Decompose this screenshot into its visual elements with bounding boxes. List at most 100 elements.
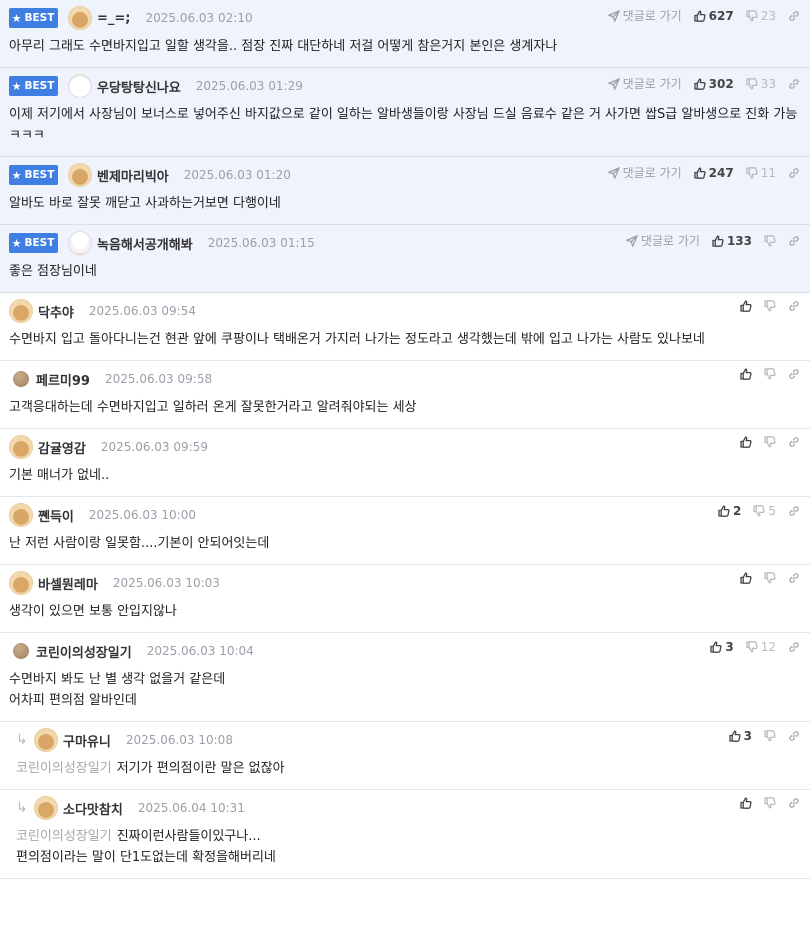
upvote-button[interactable] — [740, 572, 752, 584]
best-badge: ★ BEST — [9, 233, 58, 253]
copy-link-button[interactable] — [788, 235, 800, 247]
comment-body: 고객응대하는데 수면바지입고 일하러 온게 잘못한거라고 알려줘야되는 세상 — [9, 397, 800, 428]
link-icon — [788, 436, 800, 448]
star-icon: ★ — [11, 79, 22, 93]
thumbs-up-icon — [712, 235, 724, 247]
downvote-button[interactable] — [764, 300, 776, 312]
downvote-button[interactable] — [764, 436, 776, 448]
downvote-button[interactable]: 33 — [746, 77, 776, 91]
downvote-button[interactable] — [764, 572, 776, 584]
comment-text: 좋은 점장님이네 — [9, 264, 97, 279]
nickname[interactable]: 쪤득이 — [38, 506, 74, 525]
nickname[interactable]: 벤제마리빅아 — [97, 166, 169, 185]
upvote-button[interactable]: 627 — [694, 9, 734, 23]
upvote-button[interactable]: 302 — [694, 77, 734, 91]
go-to-comment-link[interactable]: 댓글로 가기 — [625, 232, 700, 249]
nickname[interactable]: 구마유니 — [63, 731, 111, 750]
downvote-button[interactable]: 5 — [753, 504, 776, 518]
thumbs-up-icon — [740, 797, 752, 809]
nickname[interactable]: 녹음해서공개해봐 — [97, 234, 193, 253]
downvote-button[interactable] — [764, 730, 776, 742]
go-to-comment-link[interactable]: 댓글로 가기 — [607, 75, 682, 92]
comment-body: 아무리 그래도 수면바지입고 일할 생각을.. 점장 진짜 대단하네 저걸 어떻… — [9, 36, 800, 67]
comment-header: 바셀뭔레마 2025.06.03 10:03 — [9, 565, 800, 601]
thumbs-up-icon — [710, 641, 722, 653]
comment-body: 코린이의성장일기 진짜이런사람들이있구나... 편의점이라는 말이 단1도없는데 … — [16, 826, 800, 878]
downvote-count: 5 — [768, 504, 776, 518]
nickname[interactable]: 닥추야 — [38, 302, 74, 321]
downvote-button[interactable] — [764, 234, 776, 247]
downvote-button[interactable]: 11 — [746, 166, 776, 180]
avatar[interactable] — [9, 299, 33, 323]
nickname[interactable]: 페르미99 — [36, 370, 90, 389]
avatar[interactable] — [68, 74, 92, 98]
copy-link-button[interactable] — [788, 572, 800, 584]
copy-link-button[interactable] — [788, 436, 800, 448]
avatar[interactable] — [68, 163, 92, 187]
avatar[interactable] — [9, 503, 33, 527]
reply-comment: ↳ 소다맛참치 2025.06.04 10:31 코린이의성장일기 진짜이런사람들이있구… — [0, 790, 810, 879]
link-icon — [788, 167, 800, 179]
upvote-button[interactable] — [740, 797, 752, 809]
thumbs-up-icon — [718, 505, 730, 517]
upvote-button[interactable]: 2 — [718, 504, 741, 518]
go-to-comment-link[interactable]: 댓글로 가기 — [607, 164, 682, 181]
copy-link-button[interactable] — [788, 730, 800, 742]
downvote-button[interactable]: 12 — [746, 640, 776, 654]
comment-header: 쪤득이 2025.06.03 10:00 — [9, 497, 800, 533]
upvote-button[interactable]: 3 — [710, 640, 734, 654]
mention-nickname[interactable]: 코린이의성장일기 — [16, 761, 112, 776]
reply-arrow-icon: ↳ — [16, 800, 28, 816]
avatar[interactable] — [34, 728, 58, 752]
downvote-button[interactable]: 23 — [746, 9, 776, 23]
nickname[interactable]: 소다맛참치 — [63, 799, 123, 818]
copy-link-button[interactable] — [788, 10, 800, 22]
comment: 코린이의성장일기 2025.06.03 10:04 3 12 수면바지 봐도 난 별 생… — [0, 633, 810, 722]
comment-actions — [728, 300, 800, 312]
link-icon — [788, 641, 800, 653]
upvote-button[interactable] — [740, 368, 752, 380]
comment: 쪤득이 2025.06.03 10:00 2 5 난 저런 사람이랑 일못함....기본… — [0, 497, 810, 565]
comment-header: 페르미99 2025.06.03 09:58 — [9, 361, 800, 397]
comment-header: 닥추야 2025.06.03 09:54 — [9, 293, 800, 329]
downvote-button[interactable] — [764, 368, 776, 380]
downvote-count: 33 — [760, 76, 776, 91]
comment-text: 저기가 편의점이란 말은 없잖아 — [116, 761, 285, 776]
avatar[interactable] — [13, 643, 29, 659]
upvote-count: 2 — [733, 504, 742, 518]
avatar[interactable] — [68, 231, 92, 255]
copy-link-button[interactable] — [788, 505, 800, 517]
nickname[interactable]: 감귤영감 — [38, 438, 86, 457]
best-comment: ★ BEST 녹음해서공개해봐 2025.06.03 01:15 댓글로 가기 133 좋은… — [0, 225, 810, 293]
upvote-button[interactable]: 133 — [712, 234, 752, 248]
thumbs-down-icon — [746, 77, 758, 90]
mention-nickname[interactable]: 코린이의성장일기 — [16, 829, 112, 844]
avatar[interactable] — [13, 371, 29, 387]
copy-link-button[interactable] — [788, 78, 800, 90]
copy-link-button[interactable] — [788, 641, 800, 653]
upvote-button[interactable] — [740, 300, 752, 312]
downvote-button[interactable] — [764, 797, 776, 809]
reply-comment: ↳ 구마유니 2025.06.03 10:08 3 코린이의성장일기 저기가 편의점이란 … — [0, 722, 810, 790]
upvote-button[interactable] — [740, 436, 752, 448]
go-to-comment-link[interactable]: 댓글로 가기 — [607, 7, 682, 24]
copy-link-button[interactable] — [788, 167, 800, 179]
avatar[interactable] — [9, 435, 33, 459]
nickname[interactable]: 우당탕탕신나요 — [97, 77, 181, 96]
copy-link-button[interactable] — [788, 797, 800, 809]
avatar[interactable] — [9, 571, 33, 595]
nickname[interactable]: 코린이의성장일기 — [36, 642, 132, 661]
nickname[interactable]: =_=; — [97, 11, 130, 26]
thumbs-down-icon — [764, 234, 776, 247]
upvote-button[interactable]: 3 — [728, 729, 752, 743]
upvote-button[interactable]: 247 — [694, 166, 734, 180]
thumbs-up-icon — [740, 436, 752, 448]
copy-link-button[interactable] — [788, 368, 800, 380]
copy-link-button[interactable] — [788, 300, 800, 312]
avatar[interactable] — [34, 796, 58, 820]
comment-date: 2025.06.03 09:54 — [88, 304, 196, 318]
avatar[interactable] — [68, 6, 92, 30]
nickname[interactable]: 바셀뭔레마 — [38, 574, 98, 593]
comment-body: 생각이 있으면 보통 안입지않나 — [9, 601, 800, 632]
best-badge-label: BEST — [24, 80, 55, 92]
